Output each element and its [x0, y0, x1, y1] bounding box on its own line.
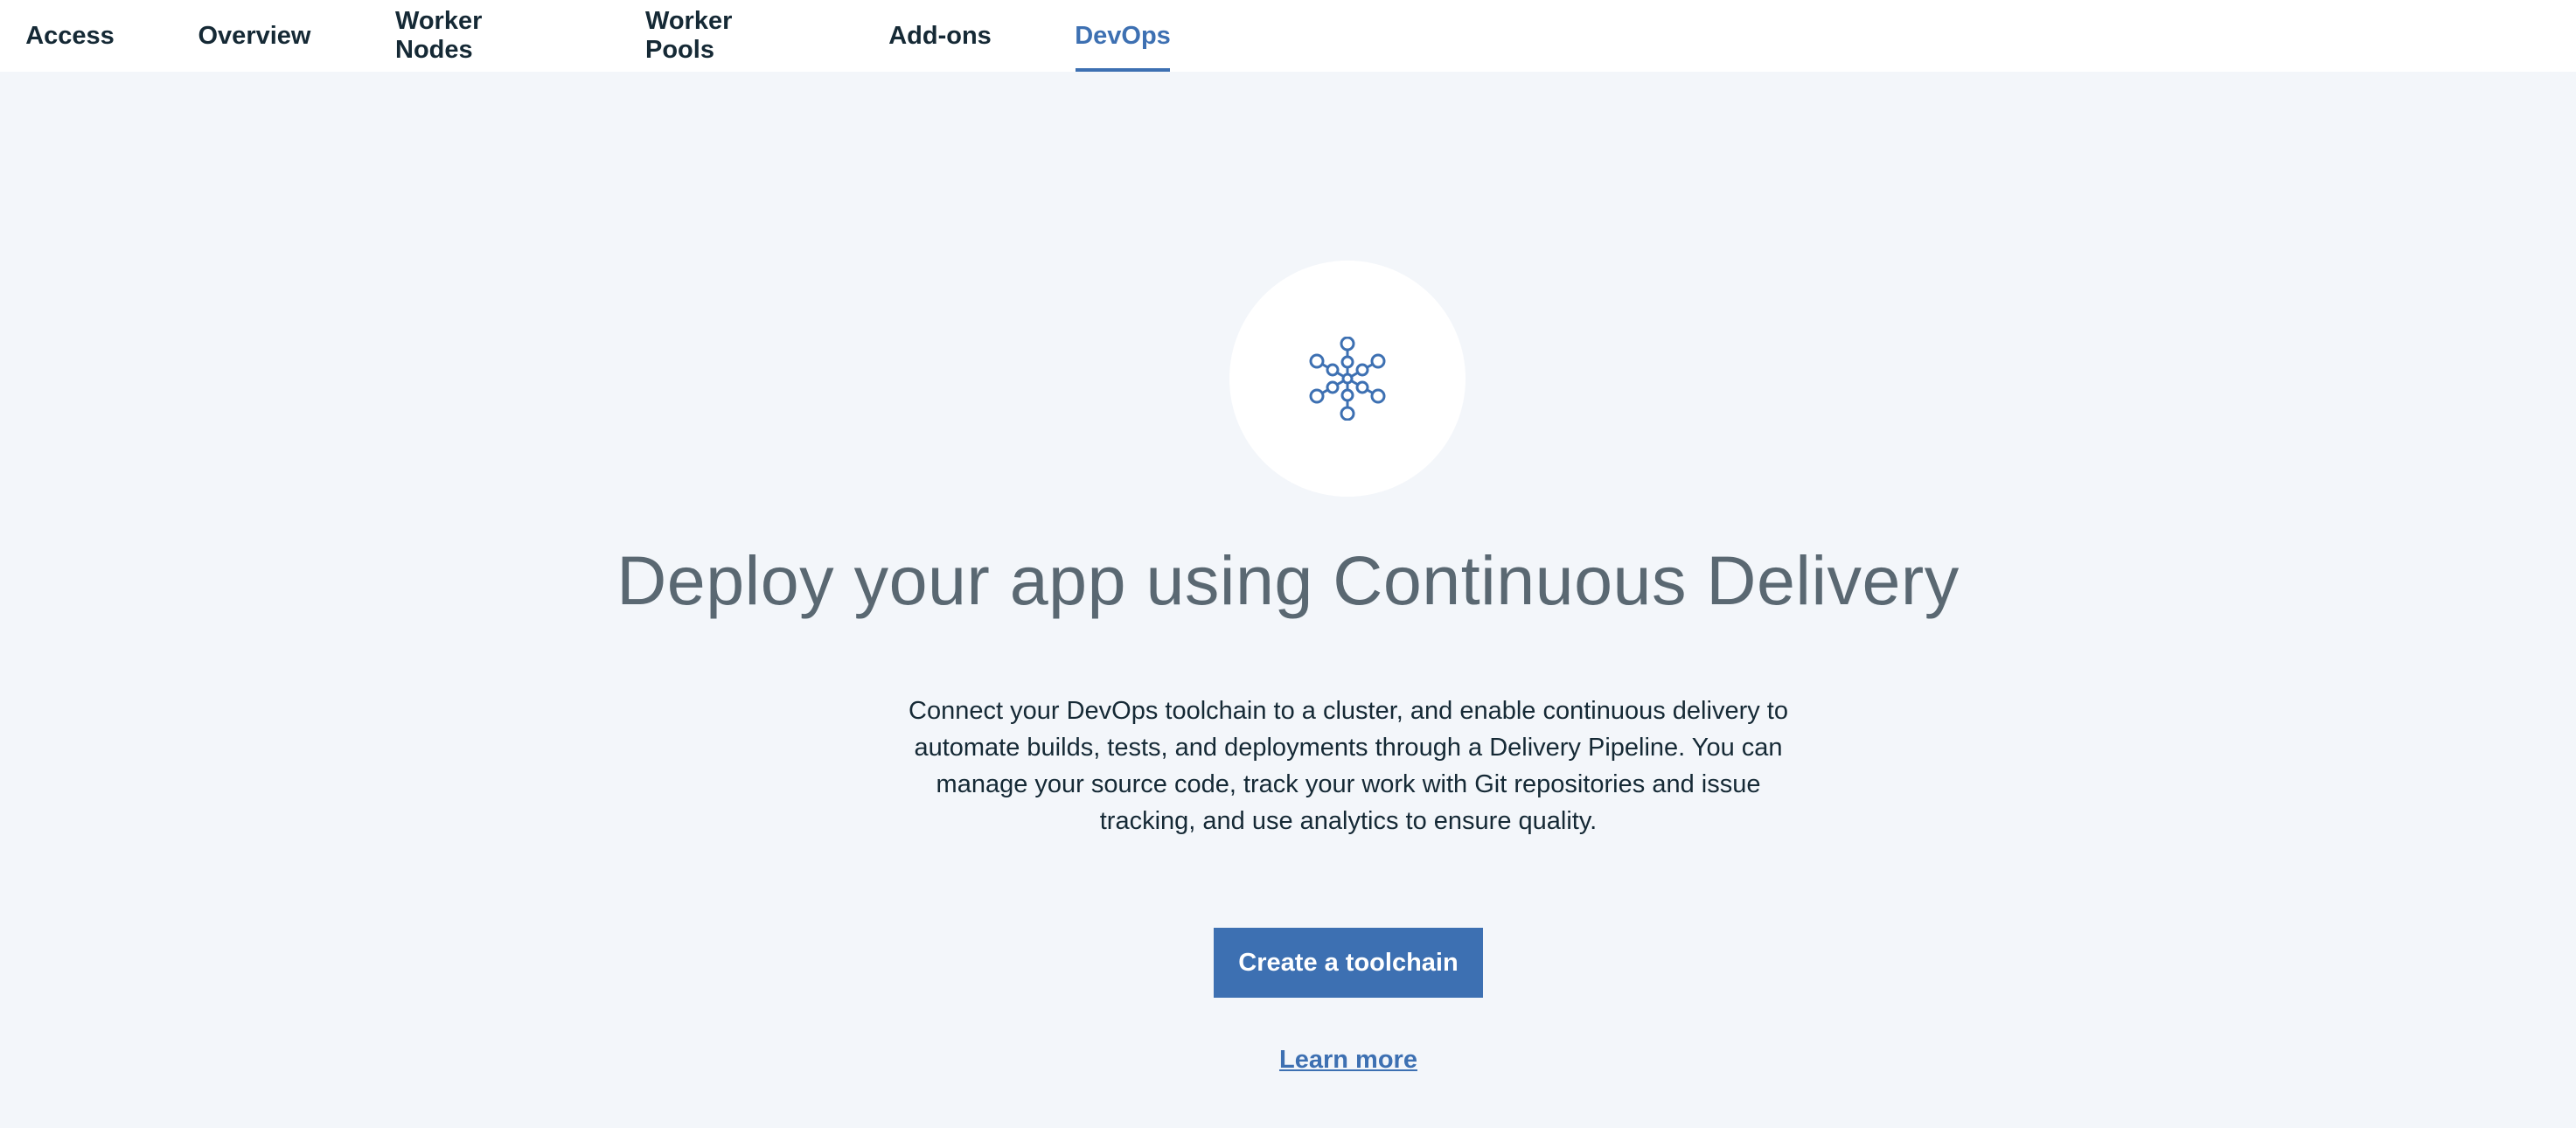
tab-devops[interactable]: DevOps [1075, 0, 1171, 72]
create-toolchain-button[interactable]: Create a toolchain [1214, 928, 1483, 998]
tab-worker-pools[interactable]: Worker Pools [645, 0, 804, 72]
hero-description: Connect your DevOps toolchain to a clust… [909, 697, 1788, 835]
hero-icon-container [1229, 261, 1466, 497]
tab-access[interactable]: Access [25, 0, 115, 72]
learn-more-link[interactable]: Learn more [1214, 1046, 1483, 1075]
cluster-tab-bar: Access Overview Worker Nodes Worker Pool… [0, 0, 2576, 72]
tab-worker-nodes[interactable]: Worker Nodes [395, 0, 561, 72]
toolchain-network-icon [1309, 337, 1386, 421]
tab-overview[interactable]: Overview [198, 0, 311, 72]
tab-add-ons[interactable]: Add-ons [888, 0, 992, 72]
page-title: Deploy your app using Continuous Deliver… [616, 541, 1960, 619]
